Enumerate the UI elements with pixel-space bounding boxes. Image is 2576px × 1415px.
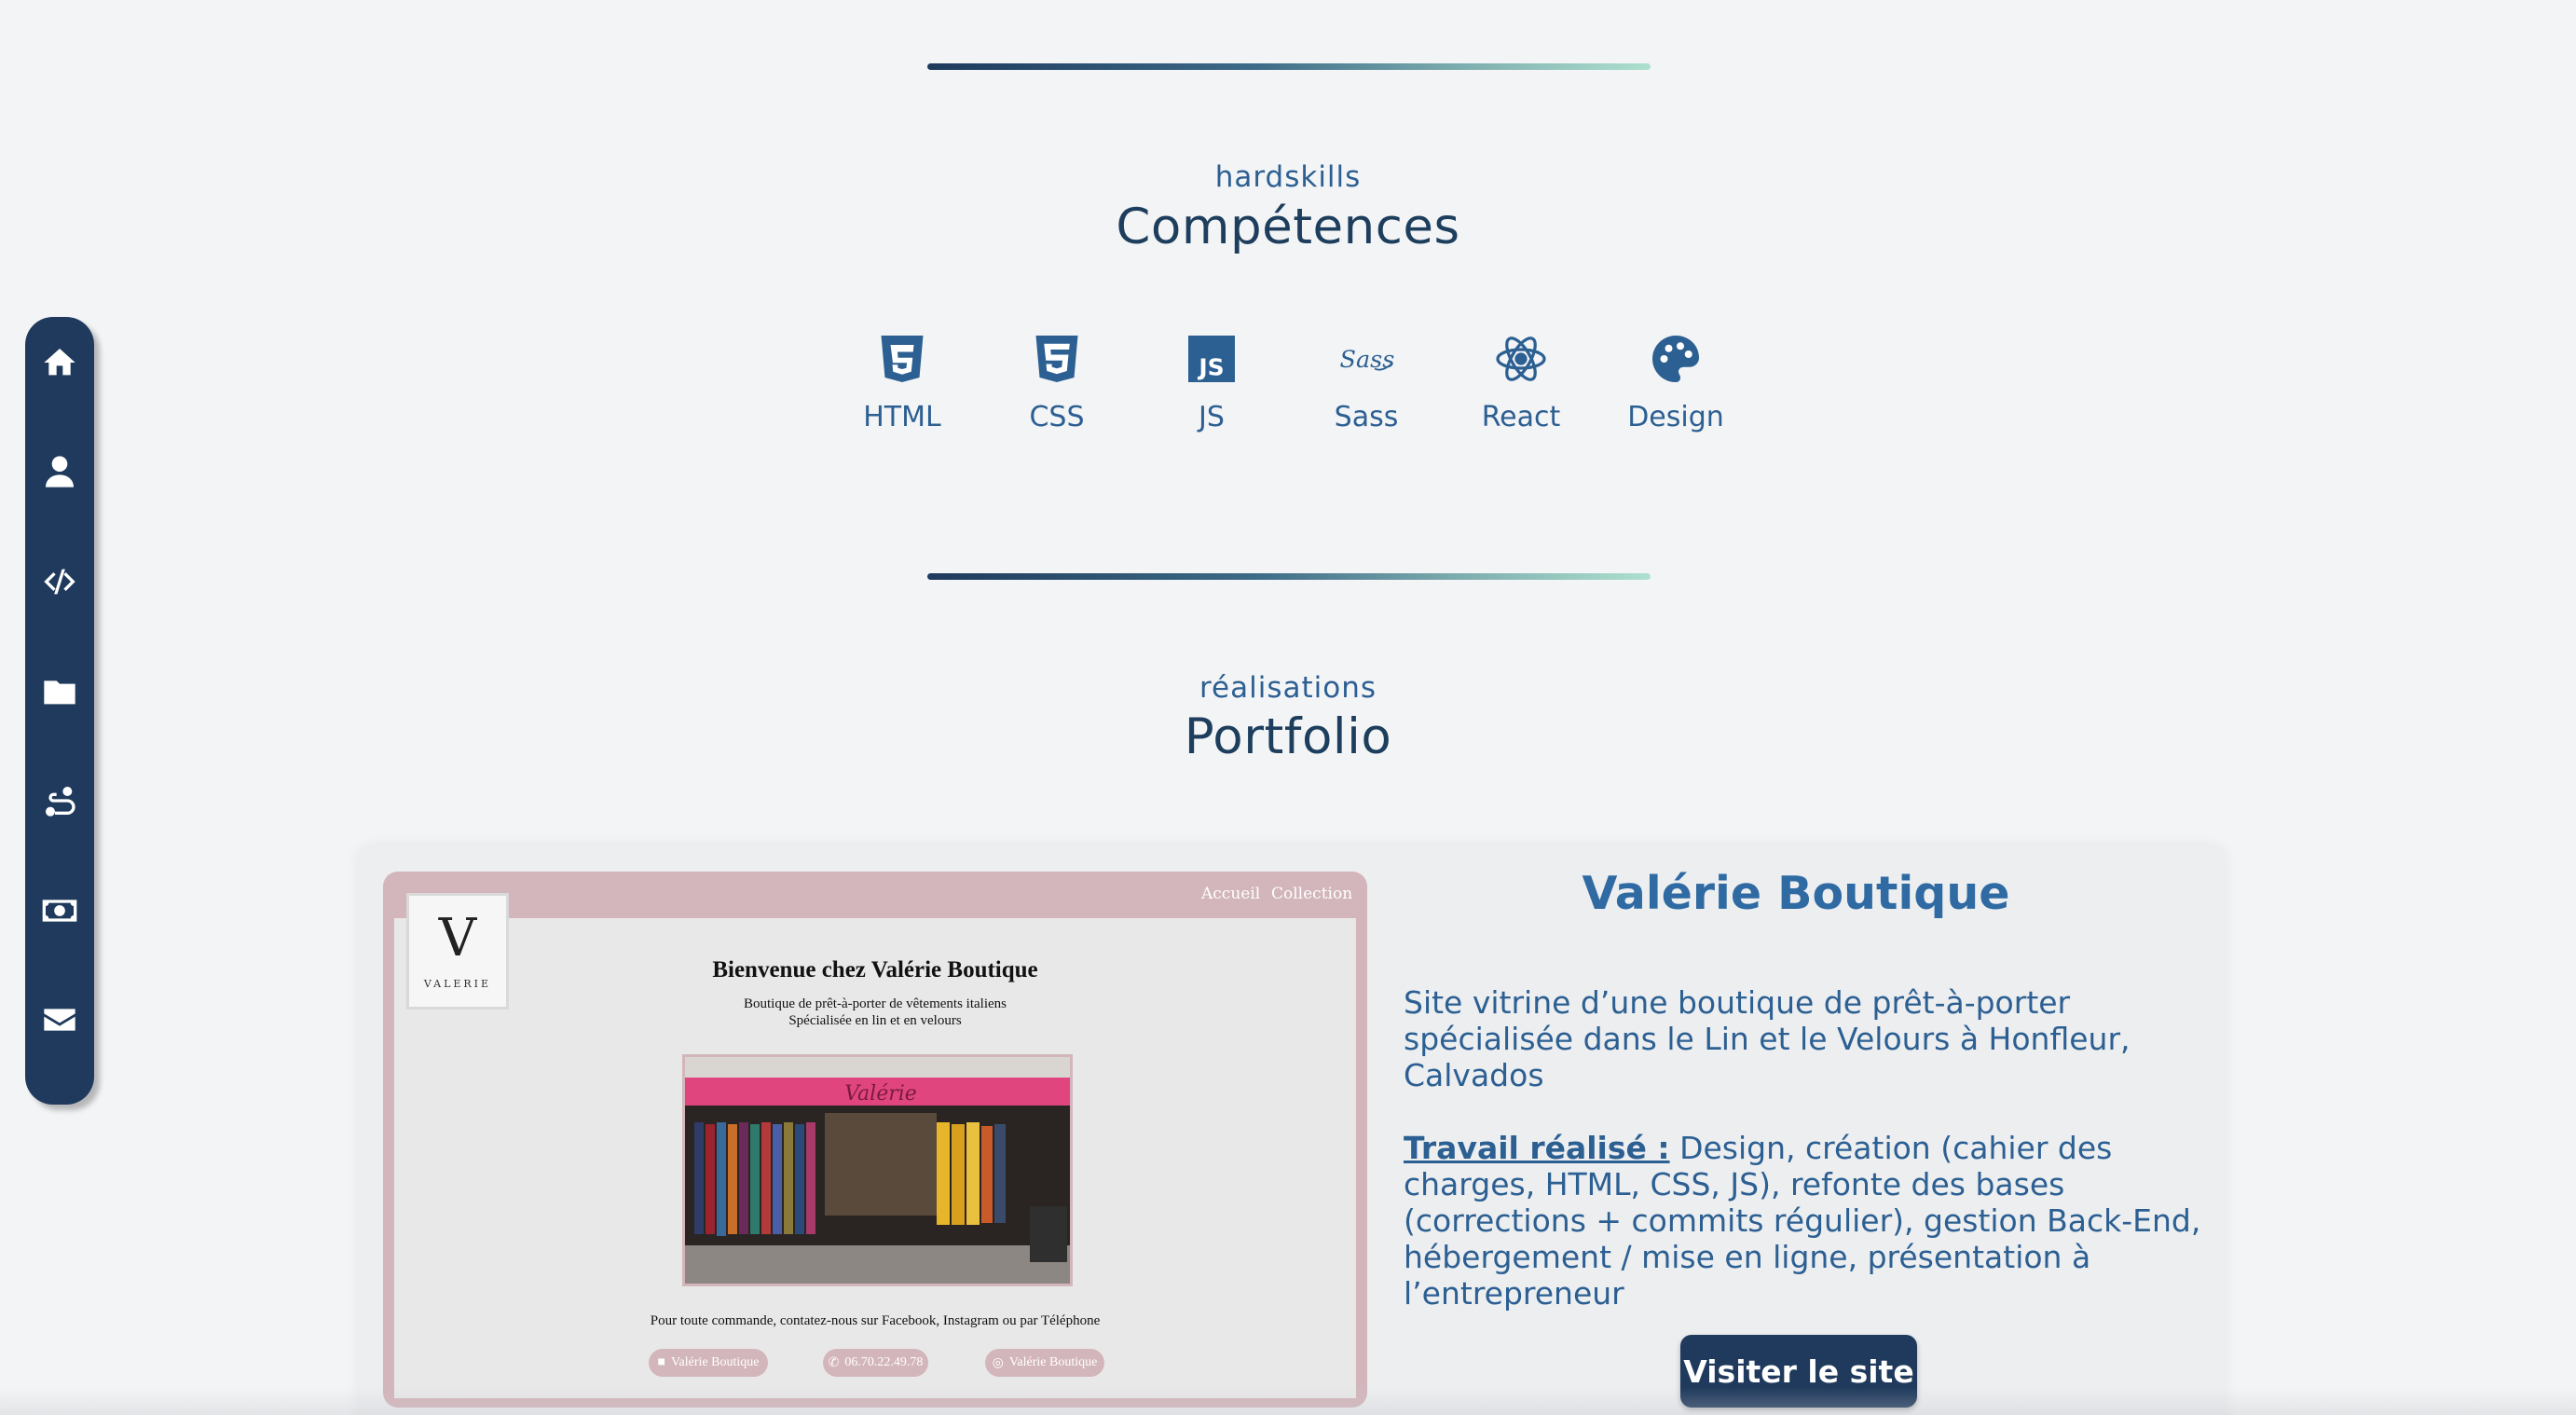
preview-pill-label: Valérie Boutique bbox=[670, 1355, 760, 1369]
project-title: Valérie Boutique bbox=[1582, 867, 2010, 920]
instagram-icon: ◎ bbox=[992, 1355, 1004, 1370]
nav-pricing-button[interactable] bbox=[32, 886, 88, 936]
preview-nav-accueil: Accueil bbox=[1201, 885, 1261, 903]
project-description: Site vitrine d’une boutique de prêt-à-po… bbox=[1404, 984, 2131, 1093]
project-preview-image: Accueil Collection V VALERIE Bienvenue c… bbox=[383, 872, 1367, 1408]
skill-label: Design bbox=[1627, 401, 1724, 433]
project-work: Travail réalisé : Design, création (cahi… bbox=[1404, 1130, 2205, 1312]
nav-about-button[interactable] bbox=[32, 447, 88, 498]
html5-icon bbox=[870, 326, 935, 392]
portfolio-subtitle: réalisations bbox=[1199, 671, 1377, 705]
skill-label: Sass bbox=[1334, 401, 1399, 433]
js-icon: JS bbox=[1179, 326, 1244, 392]
envelope-icon bbox=[44, 1009, 75, 1031]
preview-line2: Spécialisée en lin et en velours bbox=[788, 1013, 962, 1028]
skill-label: React bbox=[1481, 401, 1561, 433]
route-icon bbox=[46, 787, 75, 817]
nav-skills-button[interactable] bbox=[32, 556, 88, 607]
preview-contact-text: Pour toute commande, contatez-nous sur F… bbox=[650, 1313, 1101, 1328]
skill-label: HTML bbox=[863, 401, 941, 433]
preview-logo: V VALERIE bbox=[406, 893, 509, 1010]
section-divider bbox=[927, 63, 1651, 70]
preview-nav-collection: Collection bbox=[1271, 885, 1353, 903]
preview-pill-label: 06.70.22.49.78 bbox=[844, 1355, 924, 1369]
preview-line1: Boutique de prêt-à-porter de vêtements i… bbox=[744, 996, 1007, 1011]
code-icon bbox=[44, 569, 75, 595]
money-bill-icon bbox=[42, 900, 77, 922]
skill-sass: Sass Sass bbox=[1306, 326, 1427, 433]
portfolio-title: Portfolio bbox=[1184, 708, 1392, 765]
phone-icon: ✆ bbox=[828, 1355, 840, 1370]
svg-text:JS: JS bbox=[1197, 354, 1224, 381]
shop-front-photo: Valérie bbox=[682, 1054, 1073, 1286]
skills-subtitle: hardskills bbox=[1214, 160, 1362, 194]
preview-pill-label: Valérie Boutique bbox=[1008, 1355, 1098, 1369]
preview-facebook-pill: ■ Valérie Boutique bbox=[649, 1349, 768, 1377]
bottom-shadow bbox=[0, 1387, 2576, 1415]
skill-design: Design bbox=[1615, 326, 1736, 433]
home-icon bbox=[44, 348, 75, 376]
work-label: Travail réalisé : bbox=[1404, 1130, 1670, 1166]
palette-icon bbox=[1643, 326, 1708, 392]
preview-instagram-pill: ◎ Valérie Boutique bbox=[985, 1349, 1104, 1377]
facebook-icon: ■ bbox=[657, 1355, 665, 1369]
nav-journey-button[interactable] bbox=[32, 776, 88, 826]
skill-react: React bbox=[1460, 326, 1582, 433]
preview-phone-pill: ✆ 06.70.22.49.78 bbox=[823, 1349, 928, 1377]
skill-label: CSS bbox=[1029, 401, 1085, 433]
skill-label: JS bbox=[1199, 401, 1225, 433]
nav-home-button[interactable] bbox=[32, 337, 88, 388]
user-icon bbox=[46, 456, 74, 488]
skills-title: Compétences bbox=[1116, 199, 1460, 255]
awning-text: Valérie bbox=[844, 1082, 917, 1106]
skill-js: JS JS bbox=[1151, 326, 1272, 433]
skill-css: CSS bbox=[996, 326, 1117, 433]
nav-contact-button[interactable] bbox=[32, 995, 88, 1045]
skill-html: HTML bbox=[842, 326, 963, 433]
svg-text:Sass: Sass bbox=[1340, 346, 1395, 374]
preview-heading: Bienvenue chez Valérie Boutique bbox=[712, 957, 1038, 982]
section-divider bbox=[927, 573, 1651, 580]
sass-icon: Sass bbox=[1334, 326, 1399, 392]
react-icon bbox=[1488, 326, 1554, 392]
css3-icon bbox=[1024, 326, 1089, 392]
